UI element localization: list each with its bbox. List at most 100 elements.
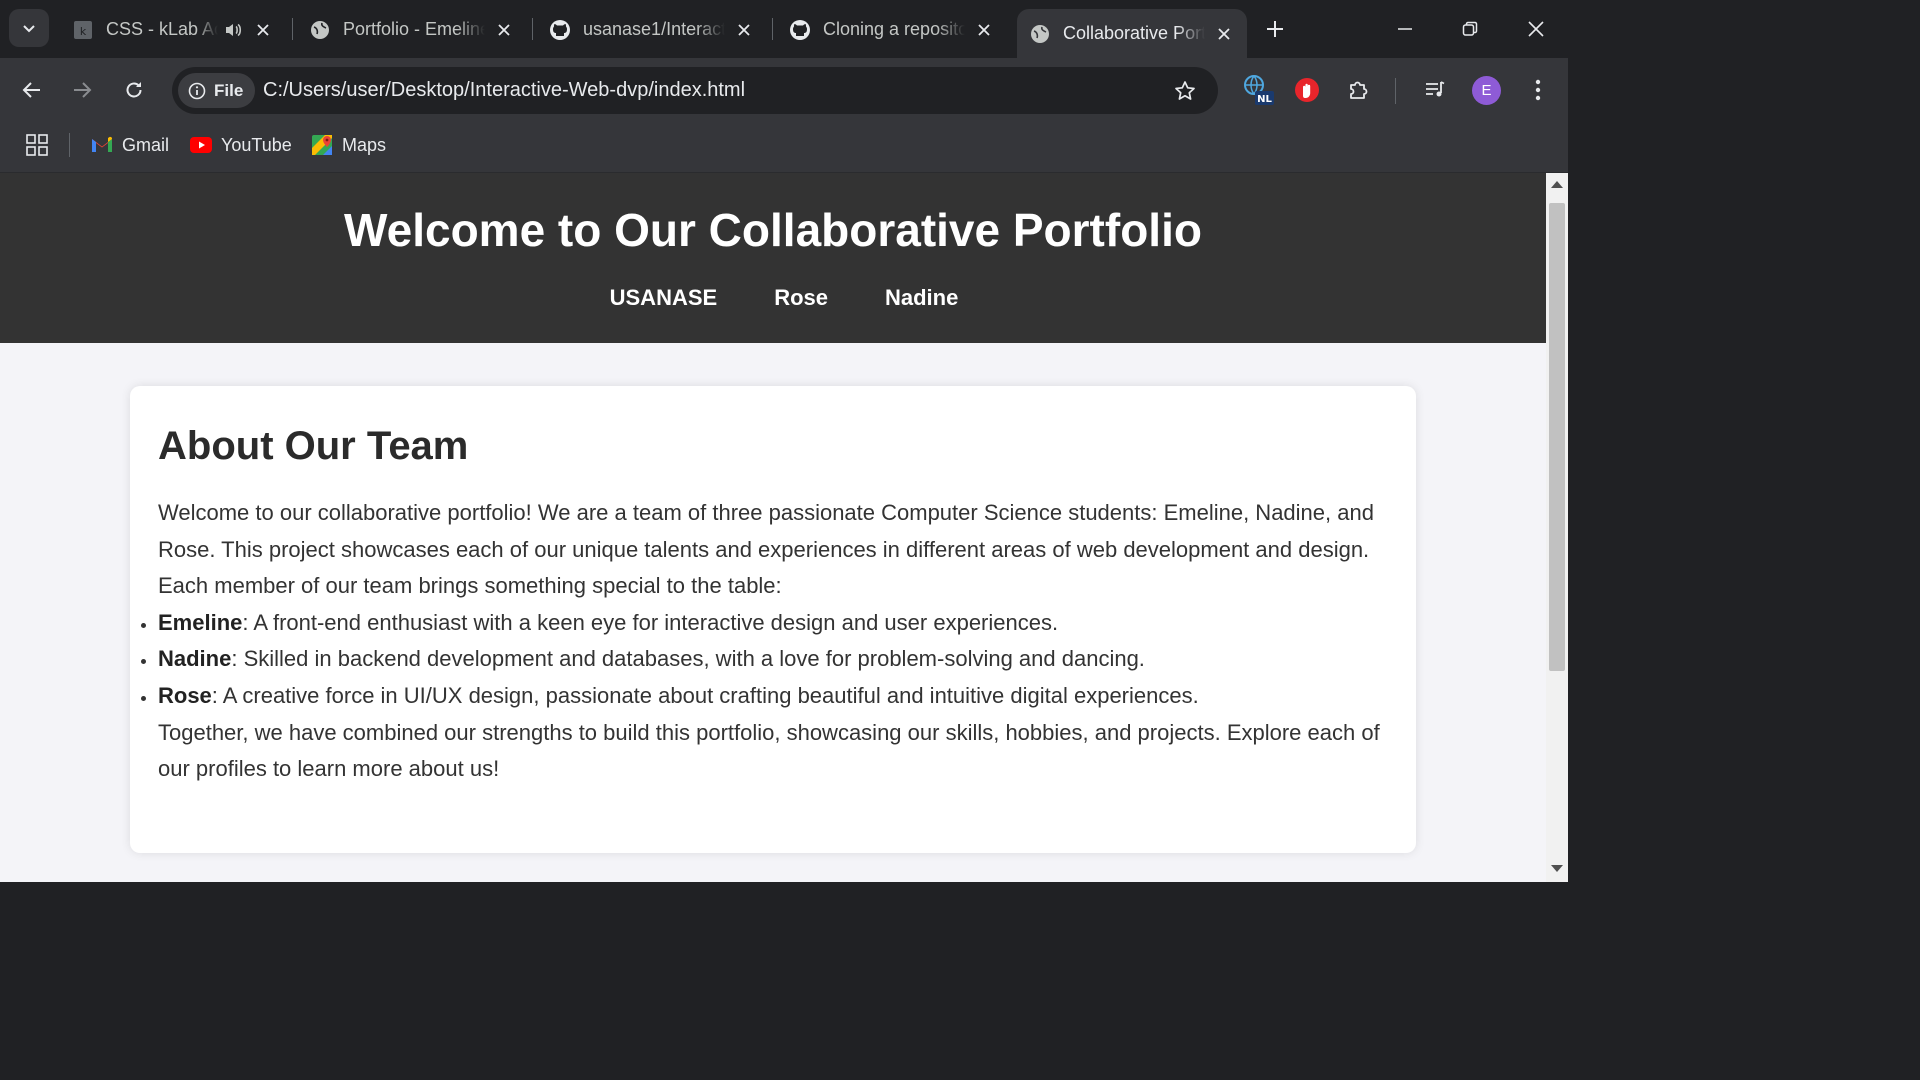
adblock-extension-icon	[1295, 78, 1319, 102]
reload-icon	[126, 82, 142, 98]
nav-link-rose[interactable]: Rose	[774, 285, 828, 311]
browser-toolbar: File C:/Users/user/Desktop/Interactive-W…	[0, 58, 1568, 122]
star-icon	[1175, 81, 1195, 100]
forward-button[interactable]	[64, 72, 100, 108]
extension-badge: NL	[1257, 94, 1272, 105]
tab-collaborative-portfolio[interactable]: Collaborative Portfolio	[1017, 9, 1247, 58]
translate-extension-button[interactable]: NL	[1240, 72, 1276, 108]
nav-link-nadine[interactable]: Nadine	[885, 285, 958, 311]
github-icon	[549, 19, 571, 41]
new-tab-button[interactable]	[1258, 12, 1292, 46]
tab-title: Collaborative Portfolio	[1063, 23, 1205, 43]
site-info-chip[interactable]: File	[178, 73, 256, 108]
close-icon[interactable]	[733, 19, 755, 41]
klab-favicon: k	[72, 19, 94, 41]
minimize-button[interactable]	[1373, 0, 1437, 58]
arrow-left-icon	[22, 82, 40, 98]
about-card: About Our Team Welcome to our collaborat…	[130, 386, 1416, 853]
page-scrollbar[interactable]	[1546, 173, 1568, 882]
bookmark-label: Gmail	[122, 134, 170, 155]
scheme-label: File	[214, 80, 244, 100]
tab-title: Portfolio - Emeline	[343, 19, 485, 39]
toolbar-divider	[1395, 78, 1396, 104]
member-description: : Skilled in backend development and dat…	[231, 646, 1145, 672]
media-controls-icon	[1426, 81, 1445, 97]
restore-button[interactable]	[1438, 0, 1502, 58]
tab-divider	[532, 18, 533, 40]
minimize-icon	[1398, 28, 1412, 30]
about-intro: Welcome to our collaborative portfolio! …	[158, 500, 1374, 562]
tab-title: usanase1/Interactive-Web-dvp	[583, 19, 725, 39]
gmail-icon	[92, 136, 112, 152]
apps-button[interactable]	[24, 132, 50, 158]
close-window-button[interactable]	[1504, 0, 1568, 58]
speaker-icon[interactable]	[222, 19, 244, 41]
close-icon[interactable]	[973, 19, 995, 41]
member-name: Emeline	[158, 609, 243, 635]
tab-strip: k CSS - kLab Academy Portfolio - Emeline…	[0, 0, 1568, 58]
kebab-menu-icon	[1535, 79, 1541, 101]
scroll-up-arrow-icon[interactable]	[1551, 181, 1563, 188]
close-icon[interactable]	[252, 19, 274, 41]
svg-text:k: k	[80, 25, 87, 38]
list-item: Nadine: Skilled in backend development a…	[158, 641, 1388, 678]
url-text[interactable]: C:/Users/user/Desktop/Interactive-Web-dv…	[263, 79, 745, 102]
scroll-down-arrow-icon[interactable]	[1551, 865, 1563, 872]
tab-klab[interactable]: k CSS - kLab Academy	[60, 9, 286, 50]
list-item: Rose: A creative force in UI/UX design, …	[158, 678, 1388, 715]
reload-button[interactable]	[116, 72, 152, 108]
extensions-puzzle-icon	[1350, 81, 1368, 99]
info-icon	[188, 82, 206, 99]
browser-menu-button[interactable]	[1520, 72, 1556, 108]
media-controls-button[interactable]	[1417, 72, 1453, 108]
tab-title: CSS - kLab Academy	[106, 19, 218, 39]
bookmarks-divider	[69, 133, 70, 157]
tab-cloning-repository[interactable]: Cloning a repository	[777, 9, 1007, 50]
tab-portfolio-emeline[interactable]: Portfolio - Emeline	[297, 9, 527, 50]
scrollbar-thumb[interactable]	[1549, 203, 1565, 671]
translate-extension-icon: NL	[1244, 75, 1274, 105]
member-description: : A creative force in UI/UX design, pass…	[211, 682, 1199, 708]
member-list: Emeline: A front-end enthusiast with a k…	[158, 605, 1388, 715]
site-nav: USANASE Rose Nadine	[0, 285, 1546, 311]
bookmark-label: YouTube	[221, 134, 292, 155]
site-title: Welcome to Our Collaborative Portfolio	[344, 204, 1202, 256]
nav-link-usanase[interactable]: USANASE	[610, 285, 718, 311]
bookmark-gmail[interactable]: Gmail	[91, 131, 169, 159]
bookmark-star-button[interactable]	[1172, 78, 1198, 104]
maps-icon	[312, 135, 332, 155]
adblock-extension-button[interactable]	[1289, 72, 1325, 108]
about-closing: Together, we have combined our strengths…	[158, 719, 1380, 782]
member-description: : A front-end enthusiast with a keen eye…	[242, 609, 1059, 635]
close-icon[interactable]	[1213, 23, 1235, 45]
about-heading: About Our Team	[158, 424, 469, 468]
arrow-right-icon	[74, 82, 92, 98]
about-lead: Each member of our team brings something…	[158, 573, 782, 599]
restore-icon	[1462, 21, 1478, 36]
profile-avatar[interactable]: E	[1472, 76, 1501, 105]
web-page-viewport: Welcome to Our Collaborative Portfolio U…	[0, 173, 1546, 882]
member-name: Nadine	[158, 646, 232, 672]
globe-icon	[1029, 23, 1051, 45]
tab-divider	[292, 18, 293, 40]
extensions-button[interactable]	[1341, 72, 1377, 108]
tab-divider	[772, 18, 773, 40]
close-icon	[1528, 21, 1544, 37]
bookmark-label: Maps	[342, 134, 387, 155]
github-icon	[789, 19, 811, 41]
apps-grid-icon	[26, 134, 48, 156]
address-bar[interactable]: File C:/Users/user/Desktop/Interactive-W…	[172, 67, 1218, 114]
youtube-icon	[190, 137, 212, 153]
globe-icon	[309, 19, 331, 41]
bookmark-youtube[interactable]: YouTube	[190, 131, 292, 159]
back-button[interactable]	[14, 72, 50, 108]
close-icon[interactable]	[493, 19, 515, 41]
tab-title: Cloning a repository	[823, 19, 965, 39]
member-name: Rose	[158, 682, 212, 708]
list-item: Emeline: A front-end enthusiast with a k…	[158, 605, 1388, 642]
plus-icon	[1267, 21, 1283, 37]
bookmark-maps[interactable]: Maps	[311, 131, 386, 159]
tab-search-button[interactable]	[9, 9, 49, 47]
bookmarks-bar: Gmail YouTube Maps	[0, 122, 1568, 173]
tab-github-repo[interactable]: usanase1/Interactive-Web-dvp	[537, 9, 767, 50]
